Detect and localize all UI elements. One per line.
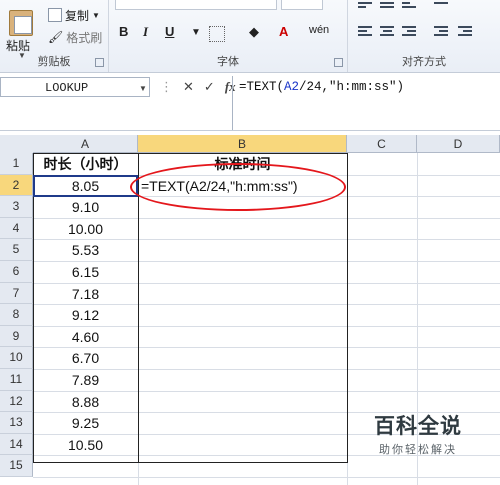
formula-bar: LOOKUP ▼ ⋮ ✕ ✓ fx =TEXT(A2/24,"h:mm:ss"): [0, 73, 500, 131]
row-header[interactable]: 6: [0, 261, 33, 283]
row-header[interactable]: 3: [0, 196, 33, 218]
format-painter-button[interactable]: 🖌 格式刷: [48, 28, 102, 46]
enter-icon[interactable]: ✓: [204, 79, 215, 95]
italic-button[interactable]: I: [143, 24, 148, 40]
align-bottom-icon[interactable]: [402, 2, 416, 14]
alignment-group-label: 对齐方式: [402, 56, 446, 68]
row-header[interactable]: 2: [0, 174, 33, 197]
borders-icon[interactable]: [209, 26, 225, 42]
row-header[interactable]: 11: [0, 369, 33, 391]
duration-cell[interactable]: 5.53: [33, 239, 138, 261]
duration-cell[interactable]: 8.88: [33, 391, 138, 413]
ribbon: 粘贴 ▼ 复制 ▼ 🖌 格式刷 剪贴板 B I U ▼ ◆ A wén 字体 对…: [0, 0, 500, 73]
fill-color-icon[interactable]: ◆: [249, 24, 259, 40]
highlight-ellipse: [130, 163, 346, 211]
formula-cell-reference: A2: [284, 80, 300, 94]
formula-input[interactable]: =TEXT(A2/24,"h:mm:ss"): [232, 76, 500, 130]
align-center-icon[interactable]: [380, 26, 394, 38]
brush-icon: 🖌: [48, 30, 64, 44]
gridline: [347, 153, 348, 485]
cancel-icon[interactable]: ✕: [183, 79, 194, 95]
font-name-box[interactable]: [115, 0, 277, 10]
column-header-d[interactable]: D: [417, 135, 500, 153]
watermark: 百科全说 助你轻松解决: [368, 410, 468, 457]
align-middle-icon[interactable]: [380, 2, 394, 14]
select-all-corner[interactable]: [0, 135, 34, 154]
increase-indent-icon[interactable]: [458, 26, 472, 38]
font-color-button[interactable]: A: [279, 24, 288, 39]
duration-cell[interactable]: 9.12: [33, 304, 138, 326]
row-header[interactable]: 4: [0, 217, 33, 240]
align-top-icon[interactable]: [358, 2, 372, 14]
duration-cell[interactable]: 10.50: [33, 434, 138, 456]
row-header[interactable]: 5: [0, 239, 33, 261]
chevron-down-icon[interactable]: ▼: [191, 27, 201, 38]
decrease-indent-icon[interactable]: [434, 26, 448, 38]
row-header[interactable]: 14: [0, 433, 33, 456]
header-cell-duration[interactable]: 时长（小时）: [33, 153, 138, 175]
font-group-label: 字体: [217, 56, 239, 68]
duration-cell[interactable]: 7.89: [33, 369, 138, 391]
row-header[interactable]: 8: [0, 304, 33, 326]
column-header-c[interactable]: C: [347, 135, 417, 153]
chevron-down-icon[interactable]: ▼: [139, 84, 147, 93]
font-size-box[interactable]: [281, 0, 323, 10]
row-header[interactable]: 12: [0, 390, 33, 413]
underline-button[interactable]: U: [165, 24, 174, 39]
duration-cell[interactable]: 6.70: [33, 347, 138, 369]
row-header[interactable]: 9: [0, 325, 33, 348]
align-left-icon[interactable]: [358, 26, 372, 38]
name-box[interactable]: LOOKUP: [0, 77, 150, 97]
duration-cell[interactable]: 10.00: [33, 218, 138, 240]
orientation-icon[interactable]: [434, 2, 448, 14]
duration-cell[interactable]: 4.60: [33, 326, 138, 348]
row-header[interactable]: 13: [0, 412, 33, 434]
align-right-icon[interactable]: [402, 26, 416, 38]
duration-cell[interactable]: 7.18: [33, 283, 138, 305]
dialog-launcher-icon[interactable]: [95, 58, 104, 67]
row-header[interactable]: 10: [0, 347, 33, 369]
clipboard-group-label: 剪贴板: [37, 56, 71, 68]
watermark-title: 百科全说: [374, 415, 462, 438]
gridline: [33, 477, 500, 478]
paste-button[interactable]: 粘贴 ▼: [6, 10, 40, 60]
more-icon: ⋮: [160, 79, 173, 94]
alignment-group: 对齐方式: [348, 0, 500, 72]
chevron-down-icon: ▼: [92, 10, 100, 20]
watermark-subtitle: 助你轻松解决: [379, 444, 457, 456]
clipboard-group: 粘贴 ▼ 复制 ▼ 🖌 格式刷 剪贴板: [0, 0, 109, 72]
column-header-b[interactable]: B: [138, 135, 347, 153]
row-header[interactable]: 15: [0, 455, 33, 477]
bold-button[interactable]: B: [119, 24, 128, 39]
active-cell-a2[interactable]: [33, 175, 138, 197]
column-header-a[interactable]: A: [33, 135, 138, 153]
duration-cell[interactable]: 9.10: [33, 196, 138, 218]
copy-icon: [48, 8, 62, 22]
copy-button[interactable]: 复制 ▼: [48, 6, 100, 24]
duration-cell[interactable]: 6.15: [33, 261, 138, 283]
duration-cell[interactable]: 9.25: [33, 412, 138, 434]
row-header[interactable]: 7: [0, 282, 33, 305]
dialog-launcher-icon[interactable]: [334, 58, 343, 67]
font-group: B I U ▼ ◆ A wén 字体: [109, 0, 348, 72]
phonetic-button[interactable]: wén: [309, 24, 329, 36]
gridline: [138, 153, 139, 485]
row-header[interactable]: 1: [0, 153, 33, 175]
